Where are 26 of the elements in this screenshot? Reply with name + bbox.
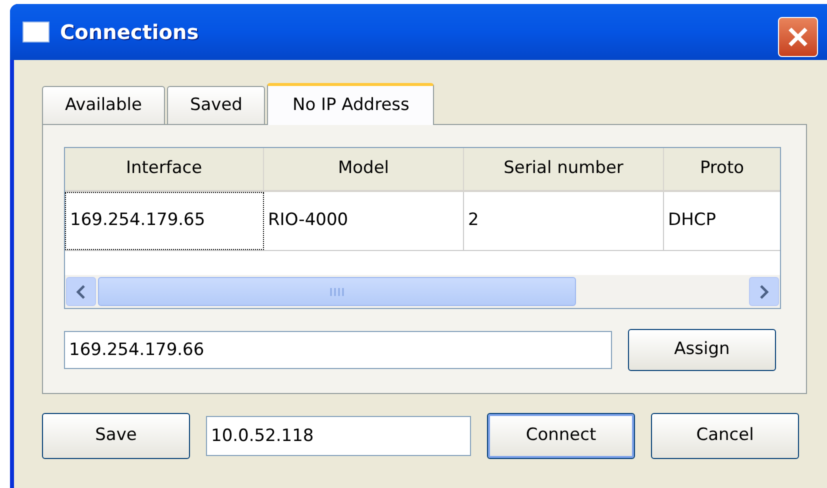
connect-button[interactable]: Connect: [487, 413, 635, 459]
table-cell[interactable]: 2: [464, 192, 664, 250]
window-icon: [22, 21, 50, 43]
table-cell[interactable]: DHCP: [664, 192, 780, 250]
scroll-right-button[interactable]: [749, 277, 779, 306]
column-header[interactable]: Model: [264, 148, 464, 190]
scroll-thumb[interactable]: [98, 277, 576, 306]
save-button[interactable]: Save: [42, 413, 190, 459]
window-title: Connections: [60, 19, 199, 46]
tab[interactable]: No IP Address: [267, 83, 434, 125]
column-header[interactable]: Proto: [664, 148, 780, 190]
cancel-button[interactable]: Cancel: [651, 413, 799, 459]
column-header[interactable]: Serial number: [464, 148, 664, 190]
tab[interactable]: Saved: [166, 86, 266, 124]
address-field[interactable]: 10.0.52.118: [206, 416, 471, 456]
close-button[interactable]: [778, 17, 818, 57]
grip-icon: [329, 286, 345, 296]
horizontal-scrollbar[interactable]: [65, 275, 780, 308]
scroll-left-button[interactable]: [66, 277, 96, 306]
close-icon: [787, 26, 809, 48]
table-cell[interactable]: RIO-4000: [264, 192, 464, 250]
assign-button[interactable]: Assign: [628, 329, 776, 371]
ip-address-field[interactable]: 169.254.179.66: [64, 331, 612, 369]
tab[interactable]: Available: [42, 86, 165, 124]
column-header[interactable]: Interface: [65, 148, 264, 190]
table-cell[interactable]: 169.254.179.65: [65, 192, 264, 250]
